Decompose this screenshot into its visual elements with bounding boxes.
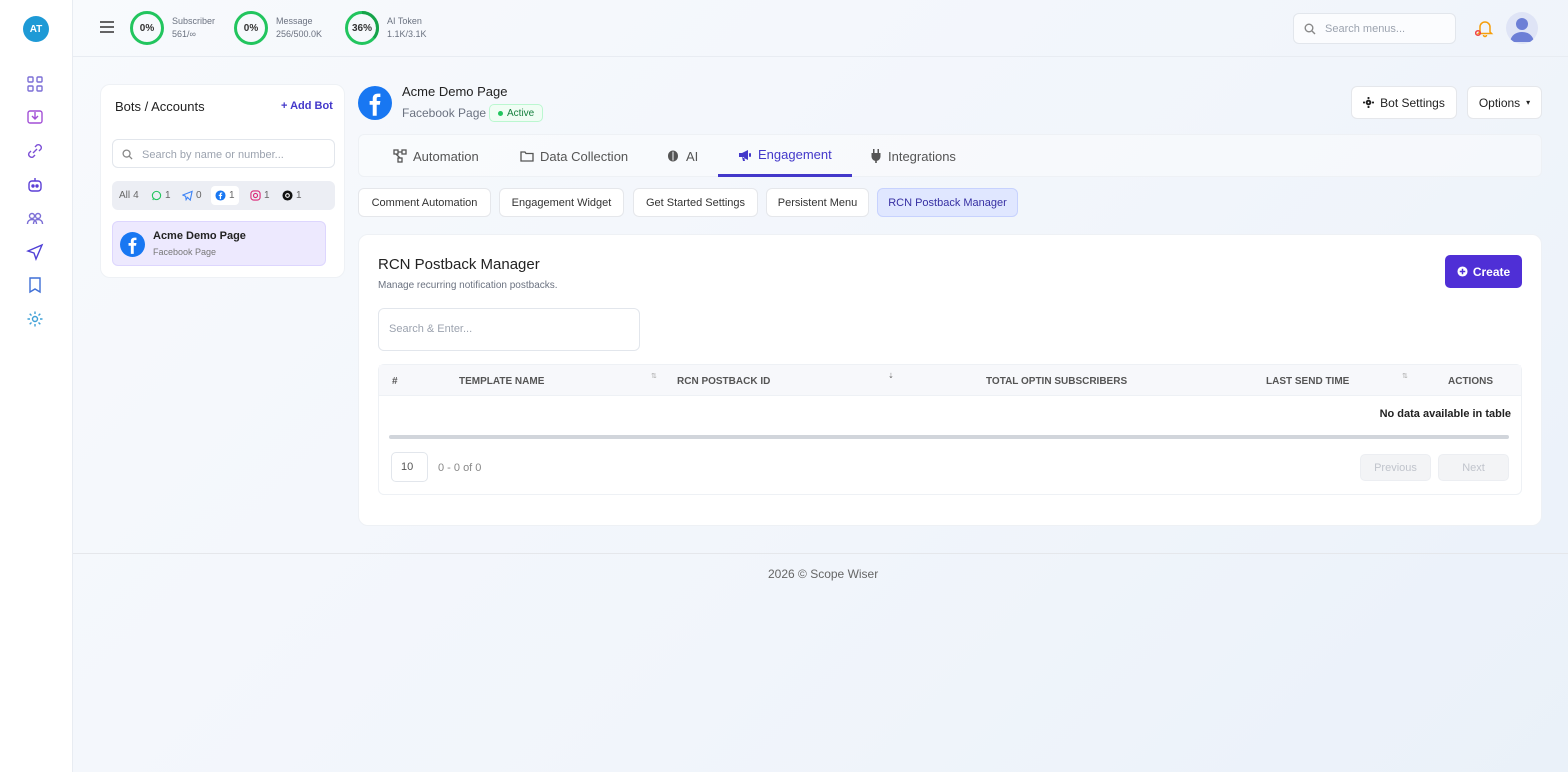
main-tabs: Automation Data Collection AI Engagement… bbox=[358, 134, 1542, 177]
send-icon[interactable] bbox=[26, 243, 44, 261]
col-actions: ACTIONS bbox=[1448, 376, 1493, 387]
inbox-icon[interactable] bbox=[26, 108, 44, 126]
horizontal-scrollbar[interactable] bbox=[389, 435, 1509, 439]
users-icon[interactable] bbox=[26, 209, 44, 227]
facebook-icon bbox=[120, 232, 145, 257]
gear-icon bbox=[1363, 97, 1375, 108]
megaphone-icon bbox=[739, 149, 751, 161]
rcn-panel: RCN Postback Manager Manage recurring no… bbox=[358, 234, 1542, 526]
plus-circle-icon bbox=[1457, 266, 1468, 277]
col-index[interactable]: # bbox=[392, 376, 398, 387]
filter-all[interactable]: All 4 bbox=[115, 186, 143, 205]
bot-icon[interactable] bbox=[26, 176, 44, 194]
message-ring: 0% bbox=[233, 10, 269, 46]
accounts-card: Bots / Accounts + Add Bot Search by name… bbox=[100, 84, 345, 278]
next-button[interactable]: Next bbox=[1438, 454, 1509, 481]
filter-whatsapp[interactable]: 1 bbox=[147, 186, 175, 205]
col-total-optin-subscribers[interactable]: TOTAL OPTIN SUBSCRIBERS bbox=[986, 376, 1127, 387]
tab-ai[interactable]: AI bbox=[666, 135, 698, 177]
user-avatar[interactable] bbox=[1506, 12, 1538, 44]
telegram-icon bbox=[182, 190, 193, 201]
threads-icon bbox=[282, 190, 293, 201]
stat-value: 1.1K/3.1K bbox=[387, 29, 427, 39]
stat-label: AI Token bbox=[387, 16, 422, 26]
search-icon bbox=[122, 149, 133, 160]
status-badge: Active bbox=[489, 104, 544, 122]
folder-icon bbox=[520, 151, 534, 162]
subtab-comment-automation[interactable]: Comment Automation bbox=[358, 188, 491, 217]
platform-filters: All 4 1 0 1 1 1 bbox=[112, 181, 335, 210]
footer-divider bbox=[73, 553, 1568, 554]
bell-icon[interactable] bbox=[1475, 18, 1495, 38]
options-dropdown[interactable]: Options ▾ bbox=[1467, 86, 1542, 119]
filter-telegram[interactable]: 0 bbox=[178, 186, 206, 205]
chevron-down-icon: ▾ bbox=[1526, 98, 1531, 107]
filter-instagram[interactable]: 1 bbox=[246, 186, 274, 205]
search-icon bbox=[1304, 23, 1316, 35]
col-template-name[interactable]: TEMPLATE NAME bbox=[459, 376, 544, 387]
accounts-title: Bots / Accounts bbox=[115, 99, 205, 114]
instagram-icon bbox=[250, 190, 261, 201]
flow-icon bbox=[393, 149, 407, 163]
subtab-rcn-postback-manager[interactable]: RCN Postback Manager bbox=[877, 188, 1018, 217]
sort-icon[interactable]: ⇅ bbox=[651, 372, 657, 380]
tab-integrations[interactable]: Integrations bbox=[870, 135, 956, 177]
stat-value: 256/500.0K bbox=[276, 29, 323, 39]
col-rcn-postback-id[interactable]: RCN POSTBACK ID bbox=[677, 376, 770, 387]
table-header: # TEMPLATE NAME ⇅ RCN POSTBACK ID ⇣ TOTA… bbox=[379, 365, 1521, 396]
stat-label: Message bbox=[276, 16, 313, 26]
plug-icon bbox=[871, 149, 881, 163]
search-placeholder: Search menus... bbox=[1325, 23, 1406, 35]
subtab-get-started-settings[interactable]: Get Started Settings bbox=[633, 188, 758, 217]
stat-value: 561/∞ bbox=[172, 29, 196, 39]
ai-token-ring: 36% bbox=[344, 10, 380, 46]
account-item[interactable]: Acme Demo Page Facebook Page bbox=[112, 221, 326, 266]
pagination-info: 0 - 0 of 0 bbox=[438, 462, 482, 474]
menu-icon[interactable] bbox=[100, 21, 114, 33]
facebook-icon bbox=[215, 190, 226, 201]
whatsapp-icon bbox=[151, 190, 162, 201]
account-search-input[interactable]: Search by name or number... bbox=[112, 139, 335, 168]
page-type: Facebook Page bbox=[402, 106, 487, 120]
tab-automation[interactable]: Automation bbox=[393, 135, 479, 177]
rcn-table: # TEMPLATE NAME ⇅ RCN POSTBACK ID ⇣ TOTA… bbox=[378, 364, 1522, 495]
bot-settings-button[interactable]: Bot Settings bbox=[1351, 86, 1457, 119]
subscriber-ring: 0% bbox=[129, 10, 165, 46]
sort-icon[interactable]: ⇅ bbox=[1402, 372, 1408, 380]
previous-button[interactable]: Previous bbox=[1360, 454, 1431, 481]
empty-table-message: No data available in table bbox=[1379, 408, 1511, 420]
brand-avatar[interactable]: AT bbox=[23, 16, 49, 42]
stat-label: Subscriber bbox=[172, 16, 216, 26]
footer-copyright: 2026 © Scope Wiser bbox=[768, 567, 879, 581]
facebook-icon bbox=[358, 86, 392, 120]
table-search-input[interactable]: Search & Enter... bbox=[378, 308, 640, 351]
search-placeholder: Search by name or number... bbox=[142, 149, 284, 161]
menu-search-input[interactable]: Search menus... bbox=[1293, 13, 1456, 44]
create-button[interactable]: Create bbox=[1445, 255, 1522, 288]
bookmark-icon[interactable] bbox=[26, 276, 44, 294]
add-bot-button[interactable]: + Add Bot bbox=[281, 100, 333, 112]
tab-engagement[interactable]: Engagement bbox=[718, 135, 852, 177]
panel-subtitle: Manage recurring notification postbacks. bbox=[378, 280, 558, 291]
top-bar: 0% Subscriber 561/∞ 0% Message 256/500.0… bbox=[73, 0, 1568, 57]
add-bot-label: Add Bot bbox=[290, 100, 333, 112]
col-last-send-time[interactable]: LAST SEND TIME bbox=[1266, 376, 1349, 387]
tab-data-collection[interactable]: Data Collection bbox=[520, 135, 628, 177]
panel-title: RCN Postback Manager bbox=[378, 256, 540, 273]
subtab-engagement-widget[interactable]: Engagement Widget bbox=[499, 188, 624, 217]
settings-icon[interactable] bbox=[26, 310, 44, 328]
dashboard-icon[interactable] bbox=[26, 75, 44, 93]
sort-desc-icon[interactable]: ⇣ bbox=[888, 372, 894, 380]
page-size-select[interactable]: 10 bbox=[391, 452, 428, 482]
left-rail: AT bbox=[0, 0, 73, 772]
link-icon[interactable] bbox=[26, 142, 44, 160]
account-type: Facebook Page bbox=[153, 247, 217, 257]
brain-icon bbox=[668, 150, 678, 162]
page-name: Acme Demo Page bbox=[402, 84, 508, 99]
filter-facebook[interactable]: 1 bbox=[211, 186, 239, 205]
filter-threads[interactable]: 1 bbox=[278, 186, 306, 205]
account-name: Acme Demo Page bbox=[153, 230, 246, 242]
subtab-persistent-menu[interactable]: Persistent Menu bbox=[766, 188, 869, 217]
